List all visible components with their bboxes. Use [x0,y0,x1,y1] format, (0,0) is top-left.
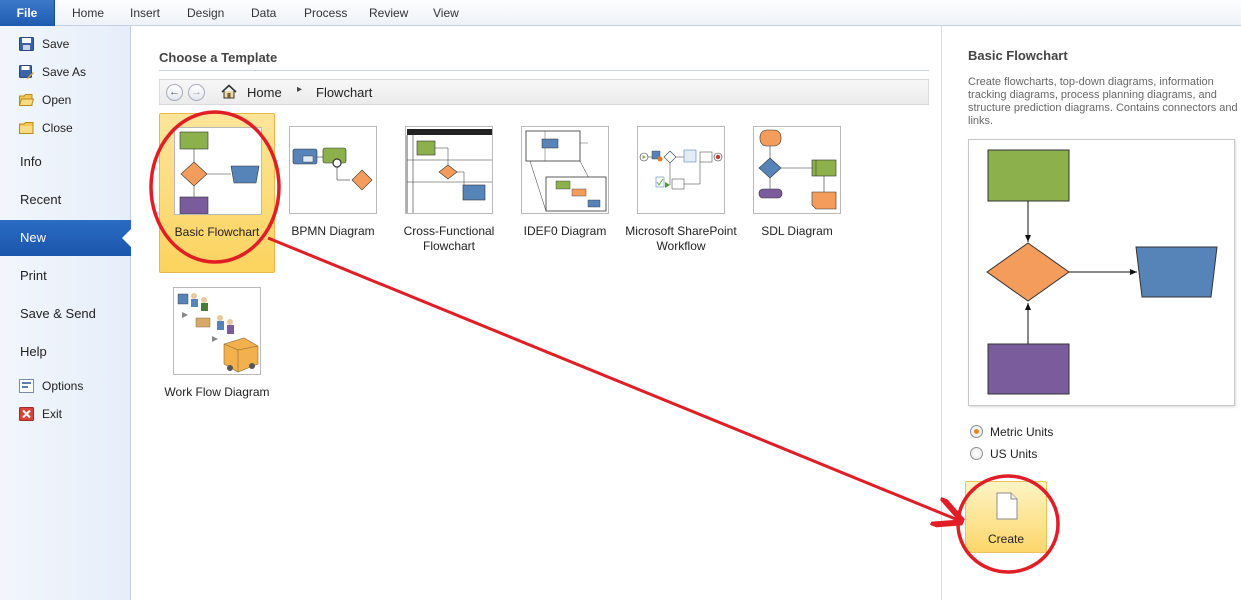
forward-arrow-icon: → [191,86,202,98]
work-flow-diagram-thumbnail [173,287,261,375]
details-description: Create flowcharts, top-down diagrams, in… [968,76,1238,127]
tab-insert[interactable]: Insert [130,0,160,26]
template-idef0-diagram[interactable]: IDEF0 Diagram [507,113,623,273]
basic-flowchart-thumbnail [174,127,262,215]
breadcrumb: ← → Home ▸ Flowchart [159,79,929,105]
ribbon-tab-bar: File Home Insert Design Data Process Rev… [0,0,1241,26]
nav-recent[interactable]: Recent [0,182,131,218]
template-cross-functional-flowchart[interactable]: Cross-Functional Flowchart [391,113,507,273]
heading-divider [159,70,929,71]
tab-home[interactable]: Home [72,0,104,26]
save-as-label: Save As [42,65,87,79]
exit-command[interactable]: Exit [0,402,131,426]
nav-new[interactable]: New [0,220,131,256]
close-folder-icon [19,122,34,134]
open-label: Open [42,93,72,107]
home-icon[interactable] [221,84,237,99]
tab-file[interactable]: File [0,0,55,26]
open-command[interactable]: Open [0,88,131,112]
annotation-arrow [267,236,958,520]
breadcrumb-home[interactable]: Home [247,85,282,100]
save-icon [19,37,34,51]
save-command[interactable]: Save [0,32,131,56]
radio-button-icon [970,425,983,438]
metric-units-label: Metric Units [990,425,1054,439]
us-units-radio[interactable]: US Units [970,447,1190,463]
back-arrow-icon: ← [169,86,180,98]
radio-button-icon [970,447,983,460]
create-label: Create [987,532,1025,546]
nav-print[interactable]: Print [0,258,131,294]
template-bpmn-diagram[interactable]: BPMN Diagram [275,113,391,273]
tab-review[interactable]: Review [369,0,408,26]
tab-design[interactable]: Design [187,0,224,26]
exit-icon [19,407,34,421]
close-command[interactable]: Close [0,116,131,140]
options-icon [19,379,34,393]
template-details-pane: Basic Flowchart Create flowcharts, top-d… [941,26,1241,600]
create-button[interactable]: Create [965,481,1047,553]
choose-template-heading: Choose a Template [159,50,278,65]
nav-help[interactable]: Help [0,334,131,370]
breadcrumb-flowchart[interactable]: Flowchart [316,85,372,100]
tab-view[interactable]: View [433,0,459,26]
nav-new-label: New [20,230,47,245]
close-label: Close [42,121,73,135]
back-button[interactable]: ← [166,84,183,101]
tab-data[interactable]: Data [251,0,276,26]
details-title: Basic Flowchart [968,48,1068,63]
blank-document-icon [996,492,1018,520]
nav-info[interactable]: Info [0,144,131,180]
visio-backstage: File Home Insert Design Data Process Rev… [0,0,1241,600]
sdl-diagram-thumbnail [753,126,841,214]
template-label: SDL Diagram [761,224,833,238]
template-label: Cross-Functional Flowchart [403,224,495,253]
us-units-label: US Units [990,447,1038,461]
save-as-icon [19,65,34,79]
idef0-diagram-thumbnail [521,126,609,214]
open-folder-icon [19,94,34,106]
template-label: Microsoft SharePoint Workflow [625,224,737,253]
selection-notch [122,229,131,247]
tab-process[interactable]: Process [304,0,347,26]
template-basic-flowchart[interactable]: Basic Flowchart [159,113,275,273]
save-label: Save [42,37,70,51]
save-as-command[interactable]: Save As [0,60,131,84]
bpmn-diagram-thumbnail [289,126,377,214]
options-command[interactable]: Options [0,374,131,398]
metric-units-radio[interactable]: Metric Units [970,425,1190,441]
template-work-flow-diagram[interactable]: Work Flow Diagram [159,274,275,434]
backstage-nav: Save Save As Open Close Info Recent New … [0,26,131,600]
template-sharepoint-workflow[interactable]: Microsoft SharePoint Workflow [623,113,739,273]
template-label: IDEF0 Diagram [523,224,607,238]
template-label: Basic Flowchart [174,225,260,239]
forward-button[interactable]: → [188,84,205,101]
breadcrumb-separator-icon: ▸ [297,84,303,95]
nav-save-send[interactable]: Save & Send [0,296,131,332]
template-preview [968,139,1235,406]
template-label: Work Flow Diagram [164,385,270,399]
template-label: BPMN Diagram [291,224,375,238]
sharepoint-workflow-thumbnail [637,126,725,214]
cross-functional-thumbnail [405,126,493,214]
options-label: Options [42,379,84,393]
exit-label: Exit [42,407,63,421]
template-sdl-diagram[interactable]: SDL Diagram [739,113,855,273]
